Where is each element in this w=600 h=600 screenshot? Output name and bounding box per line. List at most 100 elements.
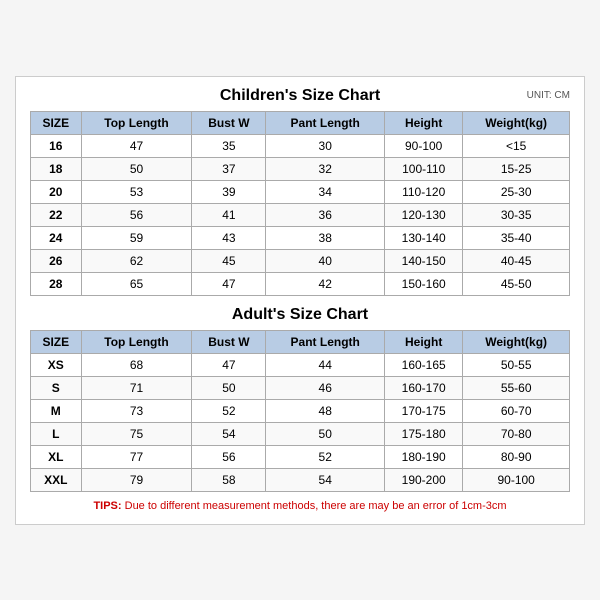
children-cell-2-3: 34 (266, 180, 385, 203)
adult-title: Adult's Size Chart (232, 306, 368, 324)
children-cell-1-0: 18 (31, 157, 82, 180)
adult-cell-0-2: 47 (192, 353, 266, 376)
adult-cell-3-2: 54 (192, 422, 266, 445)
unit-label: UNIT: CM (527, 90, 570, 101)
adult-cell-4-0: XL (31, 445, 82, 468)
tips-row: TIPS: Due to different measurement metho… (30, 500, 570, 512)
adult-cell-1-4: 160-170 (385, 376, 463, 399)
children-col-header-1: Top Length (81, 111, 192, 134)
adult-cell-2-3: 48 (266, 399, 385, 422)
children-cell-3-1: 56 (81, 203, 192, 226)
adult-col-header-5: Weight(kg) (463, 330, 570, 353)
adult-title-row: Adult's Size Chart (30, 306, 570, 324)
adult-cell-3-4: 175-180 (385, 422, 463, 445)
adult-cell-3-3: 50 (266, 422, 385, 445)
children-table-head: SIZETop LengthBust WPant LengthHeightWei… (31, 111, 570, 134)
adult-cell-3-5: 70-80 (463, 422, 570, 445)
table-row: 1647353090-100<15 (31, 134, 570, 157)
children-cell-2-4: 110-120 (385, 180, 463, 203)
table-row: 26624540140-15040-45 (31, 249, 570, 272)
adult-table: SIZETop LengthBust WPant LengthHeightWei… (30, 330, 570, 492)
adult-cell-2-1: 73 (81, 399, 192, 422)
children-col-header-3: Pant Length (266, 111, 385, 134)
tips-label: TIPS: (93, 500, 121, 512)
children-cell-6-2: 47 (192, 272, 266, 295)
adult-cell-5-3: 54 (266, 468, 385, 491)
adult-cell-4-3: 52 (266, 445, 385, 468)
adult-cell-4-2: 56 (192, 445, 266, 468)
table-row: 28654742150-16045-50 (31, 272, 570, 295)
adult-col-header-2: Bust W (192, 330, 266, 353)
table-row: 22564136120-13030-35 (31, 203, 570, 226)
adult-cell-0-1: 68 (81, 353, 192, 376)
children-cell-1-3: 32 (266, 157, 385, 180)
adult-section: Adult's Size Chart SIZETop LengthBust WP… (30, 306, 570, 492)
children-cell-4-1: 59 (81, 226, 192, 249)
table-row: 18503732100-11015-25 (31, 157, 570, 180)
adult-cell-3-0: L (31, 422, 82, 445)
children-cell-6-5: 45-50 (463, 272, 570, 295)
children-cell-0-3: 30 (266, 134, 385, 157)
adult-col-header-3: Pant Length (266, 330, 385, 353)
table-row: XS684744160-16550-55 (31, 353, 570, 376)
children-cell-5-4: 140-150 (385, 249, 463, 272)
adult-cell-4-5: 80-90 (463, 445, 570, 468)
children-cell-1-5: 15-25 (463, 157, 570, 180)
children-table-body: 1647353090-100<1518503732100-11015-25205… (31, 134, 570, 295)
adult-cell-4-4: 180-190 (385, 445, 463, 468)
children-cell-6-4: 150-160 (385, 272, 463, 295)
children-cell-3-2: 41 (192, 203, 266, 226)
adult-cell-1-0: S (31, 376, 82, 399)
adult-table-head: SIZETop LengthBust WPant LengthHeightWei… (31, 330, 570, 353)
children-col-header-2: Bust W (192, 111, 266, 134)
adult-col-header-4: Height (385, 330, 463, 353)
children-cell-4-4: 130-140 (385, 226, 463, 249)
table-row: S715046160-17055-60 (31, 376, 570, 399)
adult-cell-4-1: 77 (81, 445, 192, 468)
adult-cell-0-3: 44 (266, 353, 385, 376)
adult-cell-5-2: 58 (192, 468, 266, 491)
adult-cell-1-3: 46 (266, 376, 385, 399)
children-cell-4-5: 35-40 (463, 226, 570, 249)
adult-col-header-0: SIZE (31, 330, 82, 353)
children-cell-3-4: 120-130 (385, 203, 463, 226)
children-cell-0-2: 35 (192, 134, 266, 157)
children-col-header-5: Weight(kg) (463, 111, 570, 134)
children-cell-2-0: 20 (31, 180, 82, 203)
children-cell-3-3: 36 (266, 203, 385, 226)
children-header-row: SIZETop LengthBust WPant LengthHeightWei… (31, 111, 570, 134)
table-row: XXL795854190-20090-100 (31, 468, 570, 491)
adult-cell-5-1: 79 (81, 468, 192, 491)
children-cell-4-3: 38 (266, 226, 385, 249)
adult-cell-0-5: 50-55 (463, 353, 570, 376)
children-cell-2-2: 39 (192, 180, 266, 203)
children-cell-4-2: 43 (192, 226, 266, 249)
children-cell-5-3: 40 (266, 249, 385, 272)
children-cell-0-0: 16 (31, 134, 82, 157)
children-cell-5-1: 62 (81, 249, 192, 272)
children-cell-3-5: 30-35 (463, 203, 570, 226)
children-cell-2-5: 25-30 (463, 180, 570, 203)
adult-cell-5-4: 190-200 (385, 468, 463, 491)
children-cell-0-5: <15 (463, 134, 570, 157)
adult-cell-1-2: 50 (192, 376, 266, 399)
children-cell-4-0: 24 (31, 226, 82, 249)
adult-table-body: XS684744160-16550-55S715046160-17055-60M… (31, 353, 570, 491)
children-col-header-4: Height (385, 111, 463, 134)
children-cell-3-0: 22 (31, 203, 82, 226)
children-cell-1-4: 100-110 (385, 157, 463, 180)
tips-text: Due to different measurement methods, th… (125, 500, 507, 512)
table-row: M735248170-17560-70 (31, 399, 570, 422)
children-title: Children's Size Chart (220, 87, 380, 105)
children-cell-0-1: 47 (81, 134, 192, 157)
adult-cell-5-5: 90-100 (463, 468, 570, 491)
children-cell-5-5: 40-45 (463, 249, 570, 272)
adult-col-header-1: Top Length (81, 330, 192, 353)
children-cell-6-1: 65 (81, 272, 192, 295)
adult-cell-5-0: XXL (31, 468, 82, 491)
adult-cell-2-5: 60-70 (463, 399, 570, 422)
children-cell-5-0: 26 (31, 249, 82, 272)
adult-cell-2-4: 170-175 (385, 399, 463, 422)
children-col-header-0: SIZE (31, 111, 82, 134)
table-row: 20533934110-12025-30 (31, 180, 570, 203)
